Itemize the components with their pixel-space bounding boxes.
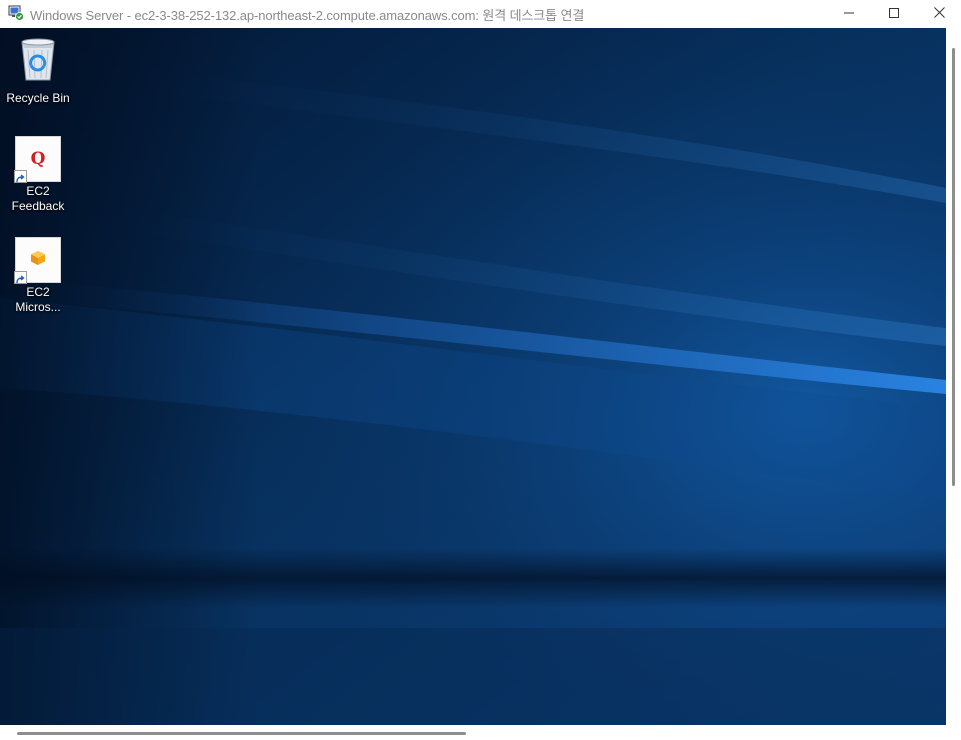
horizontal-scrollbar-thumb[interactable]	[17, 732, 466, 735]
shortcut-arrow-icon	[14, 170, 27, 183]
window-title: Windows Server - ec2-3-38-252-132.ap-nor…	[30, 8, 585, 23]
maximize-button[interactable]	[871, 0, 917, 27]
desktop-icon-ec2-feedback[interactable]: Q EC2 Feedback	[0, 136, 76, 214]
desktop-icon-ec2-microsoft[interactable]: EC2 Micros...	[0, 237, 76, 315]
ec2-feedback-icon: Q	[14, 136, 61, 183]
vertical-scrollbar-thumb[interactable]	[952, 48, 955, 486]
maximize-icon	[889, 5, 899, 23]
package-box-icon	[30, 250, 46, 271]
close-icon	[933, 5, 945, 23]
horizontal-scrollbar[interactable]	[0, 725, 961, 740]
vertical-scrollbar[interactable]	[946, 28, 961, 725]
desktop-icon-label: EC2 Micros...	[15, 285, 61, 314]
remote-desktop-icon	[8, 5, 24, 21]
title-bar[interactable]: Windows Server - ec2-3-38-252-132.ap-nor…	[0, 0, 961, 27]
minimize-icon	[844, 5, 854, 23]
q-glyph-icon: Q	[30, 149, 46, 169]
minimize-button[interactable]	[826, 0, 872, 27]
desktop-icon-label: EC2 Feedback	[11, 184, 65, 213]
remote-desktop-window: Windows Server - ec2-3-38-252-132.ap-nor…	[0, 0, 961, 740]
shortcut-arrow-icon	[14, 271, 27, 284]
desktop-icon-recycle-bin[interactable]: Recycle Bin	[0, 34, 76, 106]
recycle-bin-icon	[16, 34, 60, 89]
remote-desktop-area[interactable]: Recycle Bin Q EC2 Feedback EC2 Micros...	[0, 28, 946, 725]
desktop-icon-label: Recycle Bin	[6, 91, 70, 105]
close-button[interactable]	[916, 0, 961, 27]
ec2-microsoft-icon	[14, 237, 61, 284]
desktop-wallpaper	[0, 28, 946, 725]
